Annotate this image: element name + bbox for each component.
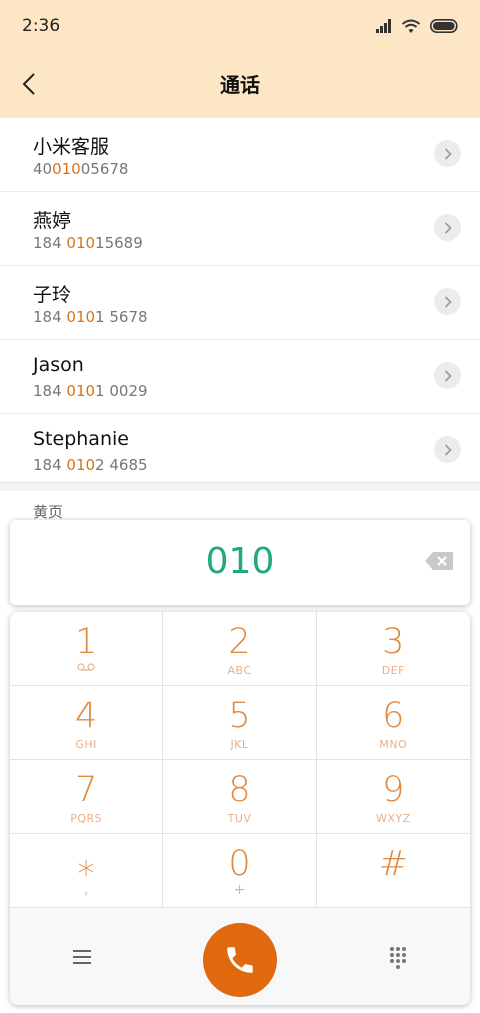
keypad-grid: 1 2 ABC 3 DEF 4 GHI 5 JKL 6 MNO 7 PQRS 8… <box>10 612 470 908</box>
key-9[interactable]: 9 WXYZ <box>316 760 470 834</box>
contact-number: 4001005678 <box>33 160 129 178</box>
contact-number: 184 0101 0029 <box>33 382 148 400</box>
key-letters: MNO <box>379 738 408 751</box>
key-digit: 4 <box>75 696 98 736</box>
dial-display: 010 <box>10 520 470 605</box>
key-letters: ABC <box>227 664 252 677</box>
key-letters: JKL <box>230 738 249 751</box>
key-digit: 7 <box>75 770 98 810</box>
contact-name: 小米客服 <box>33 136 110 158</box>
signal-icon <box>376 19 391 33</box>
contact-number: 184 01015689 <box>33 234 143 252</box>
chevron-right-icon <box>444 147 452 160</box>
key-digit: # <box>378 844 408 884</box>
key-5[interactable]: 5 JKL <box>163 686 317 760</box>
key-digit: 5 <box>228 696 251 736</box>
number-match: 010 <box>66 308 96 326</box>
key-digit: 1 <box>75 622 98 662</box>
chevron-right-icon <box>444 295 452 308</box>
number-match: 010 <box>66 234 96 252</box>
key-7[interactable]: 7 PQRS <box>10 760 164 834</box>
contact-row[interactable]: 子玲 184 0101 5678 <box>0 266 480 340</box>
menu-icon <box>73 950 91 964</box>
dialed-number: 010 <box>205 541 275 582</box>
contact-row[interactable]: 小米客服 4001005678 <box>0 118 480 192</box>
chevron-right-icon <box>444 369 452 382</box>
key-letters: TUV <box>227 812 252 825</box>
number-match: 010 <box>66 456 96 474</box>
contact-name: Stephanie <box>33 428 129 450</box>
call-button[interactable] <box>203 923 277 997</box>
key-hash[interactable]: # <box>316 834 470 908</box>
title-bar: 通话 <box>0 52 480 118</box>
contact-list: 小米客服 4001005678 燕婷 184 01015689 子玲 184 0… <box>0 118 480 487</box>
key-digit: 6 <box>382 696 405 736</box>
key-digit: 0 <box>228 844 251 884</box>
key-0[interactable]: 0 + <box>163 834 317 908</box>
contact-detail-button[interactable] <box>434 140 461 167</box>
section-label-yellow-pages: 黄页 <box>33 503 64 521</box>
number-match: 010 <box>52 160 81 178</box>
key-digit: ⁎ <box>77 844 95 884</box>
contact-row[interactable]: Stephanie 184 0102 4685 <box>0 414 480 487</box>
status-time: 2:36 <box>22 16 61 36</box>
contact-name: 子玲 <box>33 284 72 306</box>
backspace-icon <box>425 552 453 570</box>
contact-detail-button[interactable] <box>434 362 461 389</box>
key-digit: 2 <box>228 622 251 662</box>
dialpad-icon <box>390 947 406 969</box>
key-letters: WXYZ <box>375 812 411 825</box>
contact-detail-button[interactable] <box>434 214 461 241</box>
contact-name: Jason <box>33 354 84 376</box>
key-letters: DEF <box>381 664 405 677</box>
number-match: 010 <box>66 382 96 400</box>
keypad: 1 2 ABC 3 DEF 4 GHI 5 JKL 6 MNO 7 PQRS 8… <box>10 612 470 1005</box>
contact-row[interactable]: 燕婷 184 01015689 <box>0 192 480 266</box>
key-letters: PQRS <box>70 812 103 825</box>
phone-icon <box>227 947 253 973</box>
contact-detail-button[interactable] <box>434 288 461 315</box>
key-1[interactable]: 1 <box>10 612 164 686</box>
key-6[interactable]: 6 MNO <box>316 686 470 760</box>
key-digit: 8 <box>228 770 251 810</box>
chevron-right-icon <box>444 221 452 234</box>
key-letters: , <box>83 882 89 898</box>
backspace-button[interactable] <box>424 551 454 571</box>
key-4[interactable]: 4 GHI <box>10 686 164 760</box>
page-title: 通话 <box>220 73 260 97</box>
key-star[interactable]: ⁎ , <box>10 834 164 908</box>
key-letters: GHI <box>75 738 97 751</box>
status-icons <box>376 16 460 36</box>
wifi-icon <box>401 19 421 33</box>
key-3[interactable]: 3 DEF <box>316 612 470 686</box>
contact-number: 184 0101 5678 <box>33 308 148 326</box>
key-2[interactable]: 2 ABC <box>163 612 317 686</box>
key-8[interactable]: 8 TUV <box>163 760 317 834</box>
menu-button[interactable] <box>70 946 94 968</box>
contact-name: 燕婷 <box>33 210 72 232</box>
key-digit: 3 <box>382 622 405 662</box>
voicemail-icon <box>10 663 162 671</box>
status-bar: 2:36 <box>0 0 480 52</box>
contact-detail-button[interactable] <box>434 436 461 463</box>
chevron-right-icon <box>444 443 452 456</box>
contact-row[interactable]: Jason 184 0101 0029 <box>0 340 480 414</box>
dialer-action-row <box>10 908 470 1005</box>
dialpad-toggle-button[interactable] <box>386 945 410 969</box>
section-divider <box>0 482 480 491</box>
key-letters: + <box>233 882 246 898</box>
battery-icon <box>430 19 458 33</box>
key-digit: 9 <box>382 770 405 810</box>
contact-number: 184 0102 4685 <box>33 456 148 474</box>
